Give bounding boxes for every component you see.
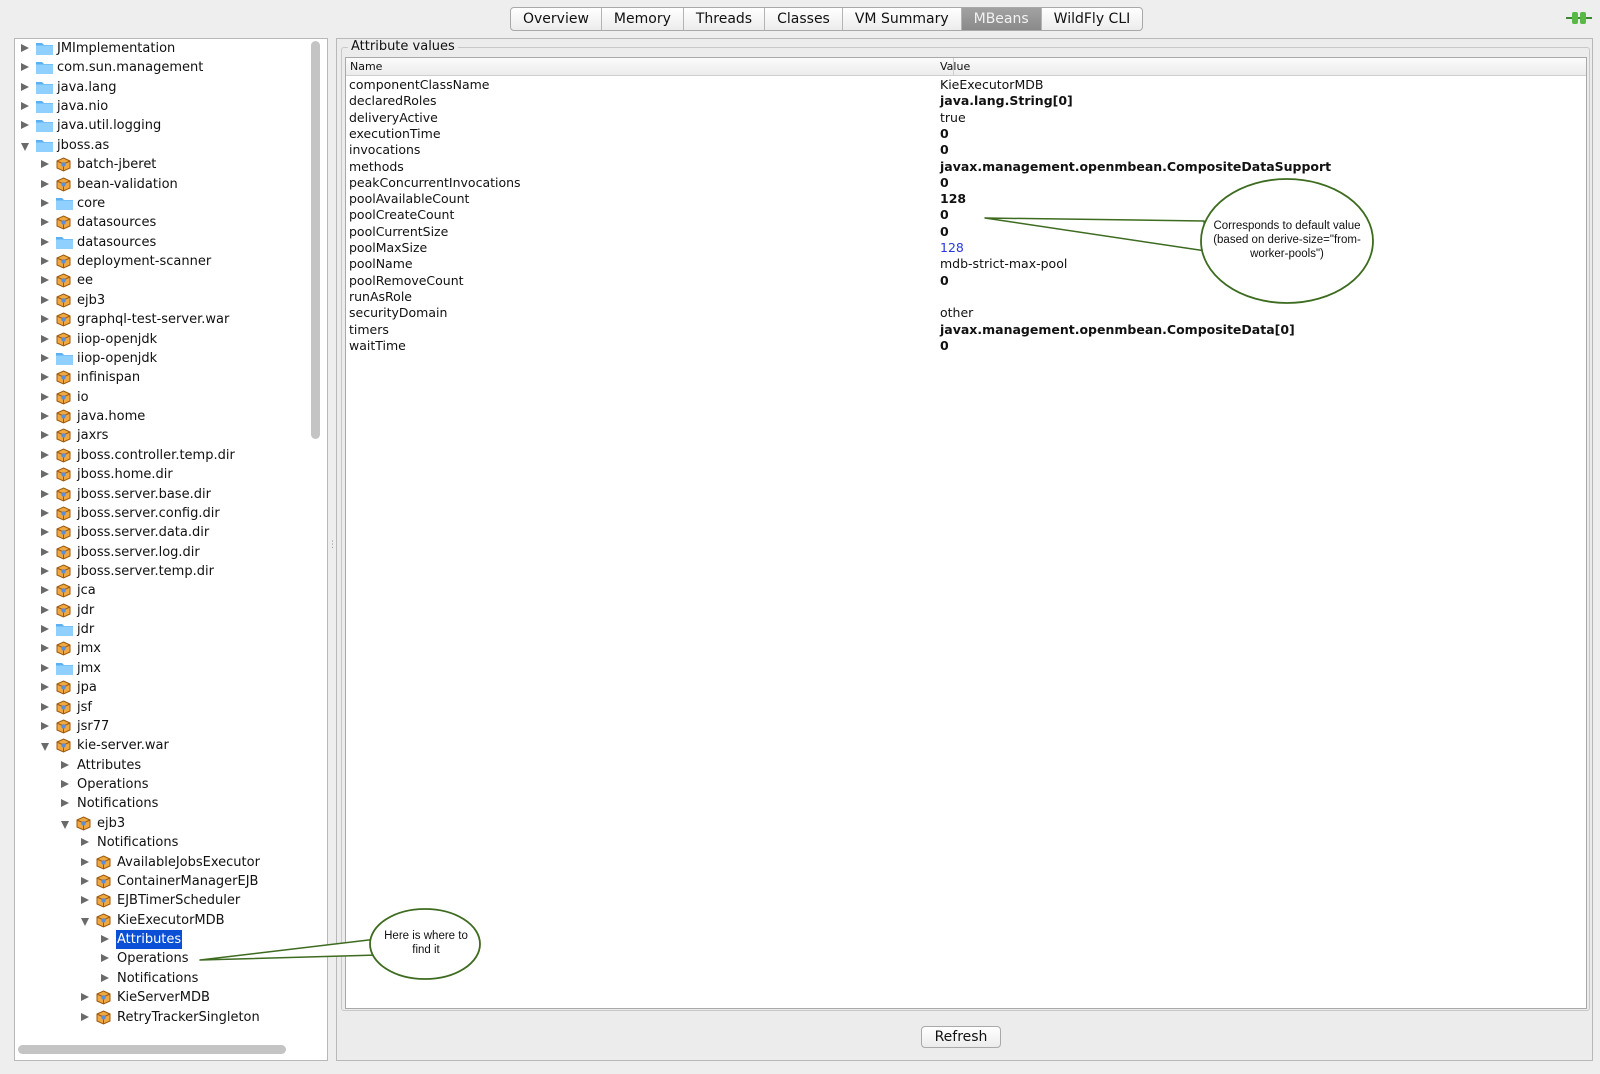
annotation-layer — [199, 178, 1374, 980]
callout-text-default-value: Corresponds to default value (based on d… — [1213, 220, 1361, 260]
callout-text-where-to-find: Here is where to find it — [384, 930, 468, 956]
callout-pointer-default-value — [984, 217, 1207, 252]
callout-pointer-where-to-find — [199, 938, 379, 961]
